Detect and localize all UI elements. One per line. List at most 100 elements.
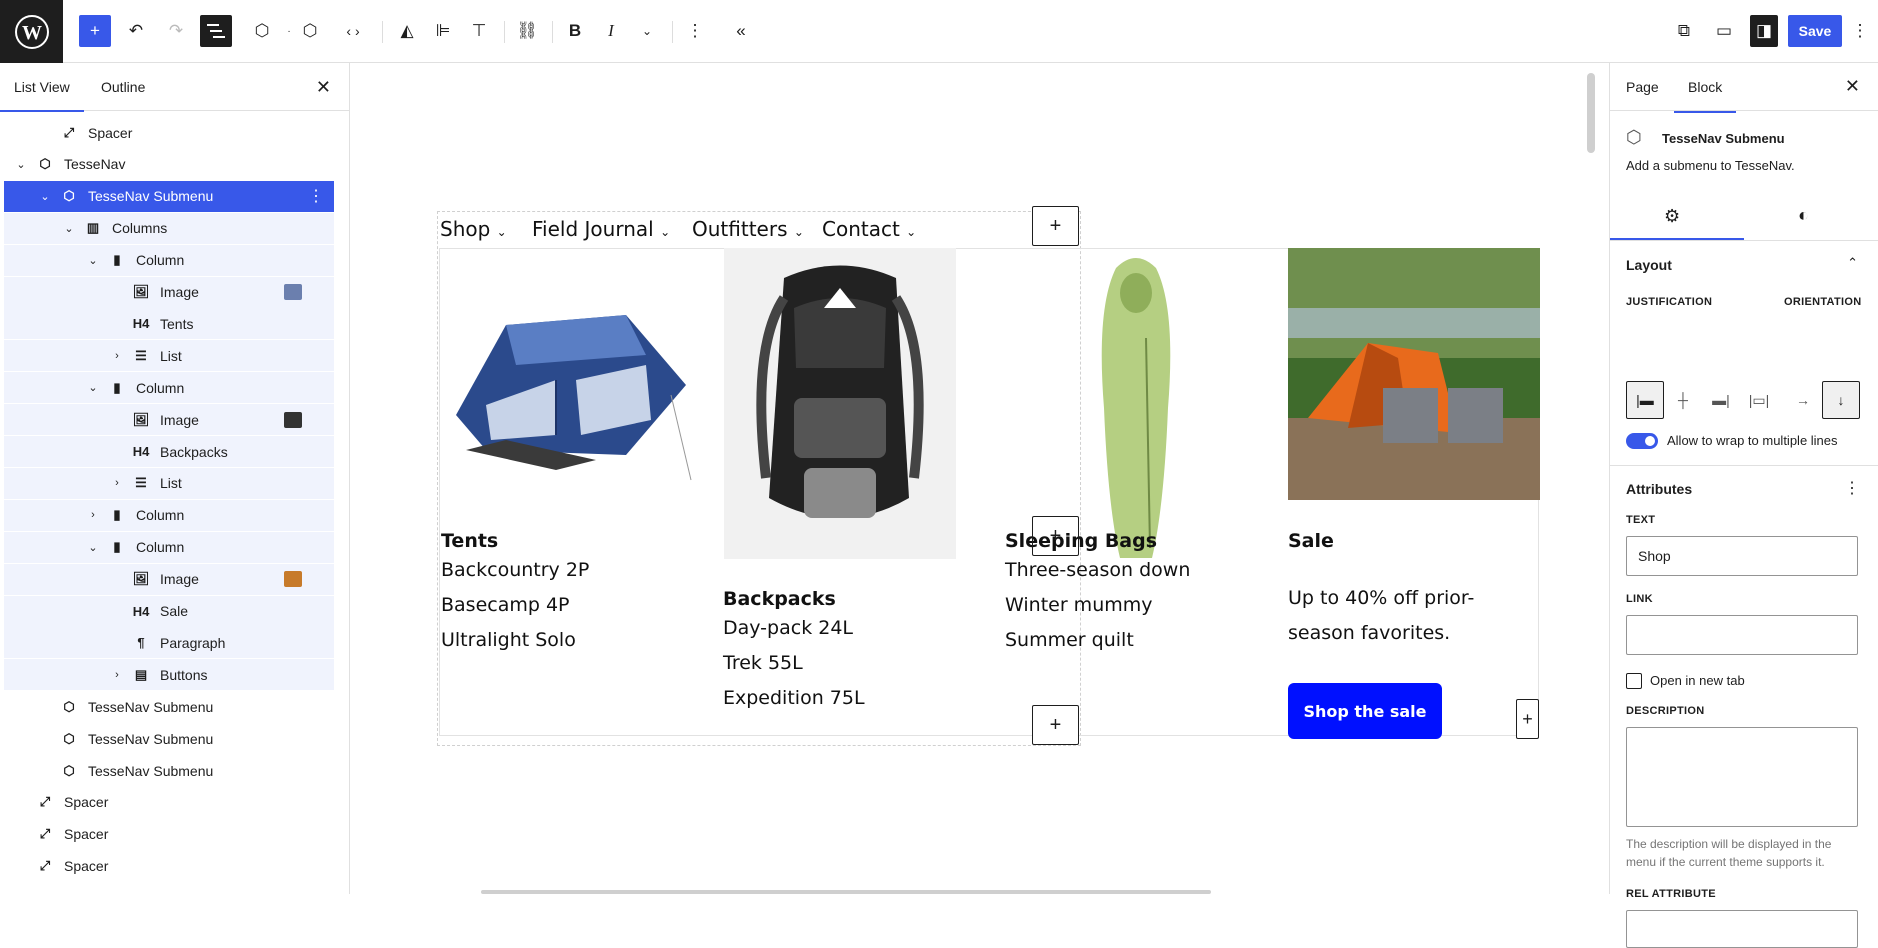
chevron-down-icon[interactable]: ⌄	[86, 541, 100, 554]
view-page-button[interactable]: ⧉	[1670, 15, 1698, 47]
chevron-down-icon[interactable]: ⌄	[14, 158, 28, 171]
rel-attribute-field[interactable]	[1626, 910, 1858, 948]
add-column-button[interactable]: +	[1516, 699, 1539, 739]
wordpress-logo-button[interactable]: W	[0, 0, 63, 63]
nav-item-outfitters[interactable]: Outfitters ⌄	[692, 217, 804, 241]
list-item[interactable]: Trek 55L	[723, 652, 803, 674]
horizontal-scrollbar[interactable]	[481, 890, 1211, 894]
tab-list-view[interactable]: List View	[0, 79, 84, 112]
vertical-scrollbar[interactable]	[1587, 73, 1595, 153]
list-view-item[interactable]: › ☰ List	[4, 467, 334, 499]
chevron-down-icon[interactable]: ⌄	[38, 190, 52, 203]
preview-button[interactable]: ▭	[1710, 15, 1738, 47]
list-item[interactable]: Backcountry 2P	[441, 559, 589, 581]
list-view-item[interactable]: ⤢ Spacer	[4, 851, 334, 882]
add-block-button[interactable]: +	[1032, 705, 1079, 745]
wrap-toggle[interactable]	[1626, 433, 1658, 449]
list-view-item[interactable]: ⤢ Spacer	[4, 117, 334, 148]
text-field[interactable]: Shop	[1626, 536, 1858, 576]
styles-icon[interactable]: ◐	[1798, 205, 1809, 226]
open-in-new-tab-checkbox[interactable]	[1626, 673, 1642, 689]
text-color-button[interactable]: ◭	[394, 15, 420, 47]
tab-page[interactable]: Page	[1626, 79, 1659, 95]
list-item[interactable]: Day-pack 24L	[723, 617, 853, 639]
list-item[interactable]: Summer quilt	[1005, 629, 1134, 651]
tab-block[interactable]: Block	[1673, 79, 1737, 113]
chevron-down-icon[interactable]: ⌄	[62, 222, 76, 235]
list-view-item[interactable]: ⬡ TesseNav Submenu	[4, 691, 334, 722]
move-block-button[interactable]: ‹ ›	[338, 15, 368, 47]
chevron-right-icon[interactable]: ›	[110, 477, 124, 489]
document-overview-button[interactable]	[200, 15, 232, 47]
chevron-right-icon[interactable]: ›	[86, 509, 100, 521]
block-type-button[interactable]: ⬡	[298, 15, 322, 47]
list-view-item[interactable]: › ▮ Column	[4, 499, 334, 531]
link-field[interactable]	[1626, 615, 1858, 655]
close-icon[interactable]: ✕	[316, 77, 331, 98]
nav-item-contact[interactable]: Contact ⌄	[822, 217, 916, 241]
list-view-item[interactable]: H4 Sale	[4, 595, 334, 627]
list-view-item[interactable]: ⌄ ⬡ TesseNav Submenu ⋮	[4, 180, 334, 212]
undo-button[interactable]: ↶	[120, 15, 152, 47]
vertical-dots-icon[interactable]: ⋮	[308, 186, 324, 206]
gear-icon[interactable]: ⚙	[1664, 206, 1680, 227]
list-view-item[interactable]: › ▤ Buttons	[4, 659, 334, 691]
link-button[interactable]: ⛓	[514, 15, 540, 47]
italic-button[interactable]: I	[598, 15, 624, 47]
list-view-item[interactable]: 🖼 Image	[4, 563, 334, 595]
tab-outline[interactable]: Outline	[101, 79, 145, 95]
list-view-item[interactable]: ¶ Paragraph	[4, 627, 334, 659]
add-block-button[interactable]: +	[1032, 206, 1079, 246]
settings-toggle-button[interactable]: ◨	[1750, 15, 1778, 47]
list-item[interactable]: Winter mummy	[1005, 594, 1153, 616]
list-item[interactable]: Three-season down	[1005, 559, 1190, 581]
nav-item-shop[interactable]: Shop ⌄	[440, 217, 507, 241]
options-menu-button[interactable]: ⋮	[1850, 15, 1870, 47]
redo-button[interactable]: ↷	[160, 15, 192, 47]
vertical-dots-icon[interactable]: ⋮	[1844, 478, 1860, 498]
list-view-item[interactable]: ⬡ TesseNav Submenu	[4, 723, 334, 754]
block-options-button[interactable]: ⋮	[682, 15, 708, 47]
bold-button[interactable]: B	[562, 15, 588, 47]
chevron-up-icon[interactable]: ⌃	[1847, 255, 1858, 271]
list-view-item[interactable]: ⌄ ▮ Column	[4, 244, 334, 276]
list-item[interactable]: Basecamp 4P	[441, 594, 570, 616]
list-view-item[interactable]: › ☰ List	[4, 340, 334, 372]
list-view-item[interactable]: ⤢ Spacer	[4, 787, 334, 818]
list-view-item[interactable]: ⤢ Spacer	[4, 819, 334, 850]
description-textarea[interactable]	[1626, 727, 1858, 827]
list-view-item[interactable]: H4 Tents	[4, 308, 334, 340]
orientation-vertical-button[interactable]: ↓	[1822, 381, 1860, 419]
justify-center-button[interactable]: ┼	[1664, 381, 1702, 419]
list-view-item[interactable]: ⌄ ▮ Column	[4, 372, 334, 404]
justify-button[interactable]: ⊫	[430, 15, 456, 47]
parent-block-button[interactable]: ⬡	[250, 15, 274, 47]
nav-item-field-journal[interactable]: Field Journal ⌄	[532, 217, 670, 241]
block-inserter-button[interactable]: +	[79, 15, 111, 47]
chevron-down-icon[interactable]: ⌄	[86, 254, 100, 267]
justify-left-button[interactable]: |▬	[1626, 381, 1664, 419]
add-block-button[interactable]: +	[1032, 516, 1079, 556]
align-top-button[interactable]: ⊤	[466, 15, 492, 47]
list-view-item[interactable]: ⌄ ⬡ TesseNav	[4, 149, 334, 180]
list-view-item[interactable]: 🖼 Image	[4, 404, 334, 436]
list-view-item[interactable]: ⌄ ▮ Column	[4, 531, 334, 563]
chevron-right-icon[interactable]: ›	[110, 350, 124, 362]
justify-right-button[interactable]: ▬|	[1702, 381, 1740, 419]
chevron-down-icon[interactable]: ⌄	[86, 381, 100, 394]
shop-the-sale-button[interactable]: Shop the sale	[1288, 683, 1442, 739]
close-icon[interactable]: ✕	[1845, 76, 1860, 97]
justify-space-between-button[interactable]: |▭|	[1740, 381, 1778, 419]
list-view-item[interactable]: ⬡ TesseNav Submenu	[4, 755, 334, 786]
collapse-toolbar-button[interactable]: «	[728, 15, 754, 47]
layout-panel-title[interactable]: Layout	[1626, 257, 1672, 273]
list-item[interactable]: Ultralight Solo	[441, 629, 576, 651]
more-formats-button[interactable]: ⌄	[634, 15, 660, 47]
chevron-right-icon[interactable]: ›	[110, 669, 124, 681]
list-view-item[interactable]: H4 Backpacks	[4, 436, 334, 467]
orientation-horizontal-button[interactable]: →	[1784, 381, 1822, 419]
list-item[interactable]: Expedition 75L	[723, 687, 865, 709]
list-view-item[interactable]: 🖼 Image	[4, 276, 334, 308]
list-view-item[interactable]: ⌄ ▥ Columns	[4, 212, 334, 244]
save-button[interactable]: Save	[1788, 15, 1842, 47]
